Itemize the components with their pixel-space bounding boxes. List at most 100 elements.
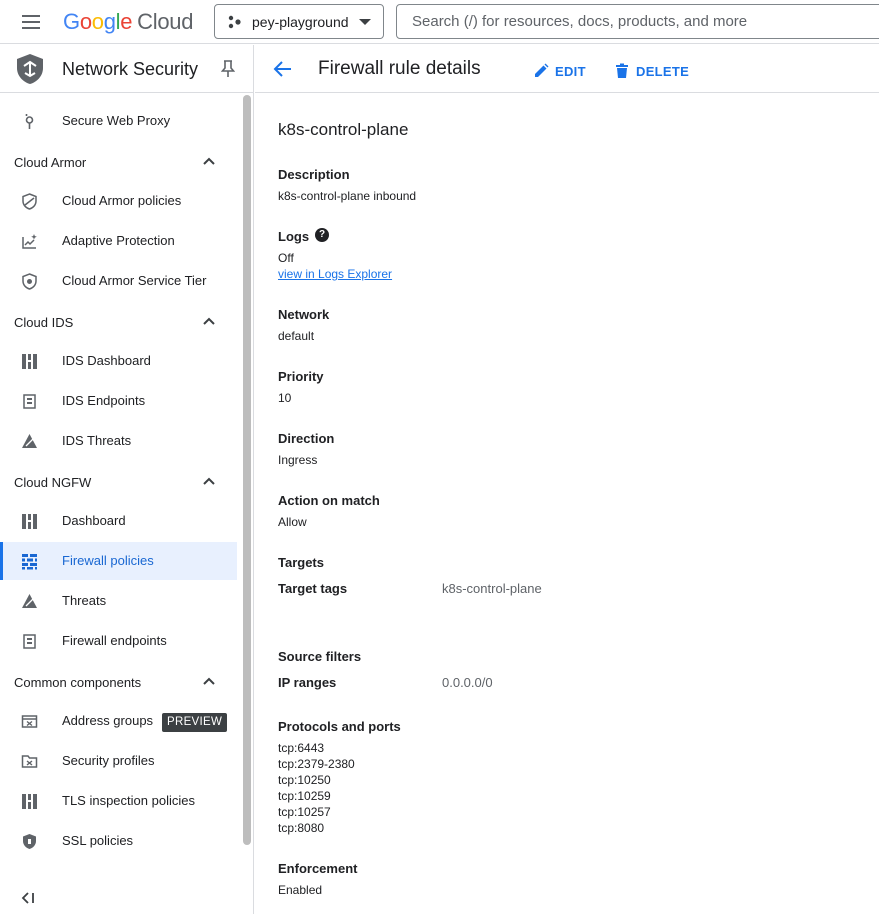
enforcement-value: Enabled [278, 883, 323, 897]
port-item: tcp:6443 [278, 741, 325, 755]
sidebar-item-security-profiles[interactable]: Security profiles [0, 742, 237, 780]
threats-icon [22, 594, 37, 608]
shield-icon [22, 273, 37, 290]
enforcement-label: Enforcement [278, 861, 358, 876]
sidebar-item-threats[interactable]: Threats [0, 582, 237, 620]
chevron-up-icon [203, 477, 215, 485]
dashboard-icon [22, 514, 37, 529]
direction-label: Direction [278, 431, 335, 446]
description-value: k8s-control-plane inbound [278, 189, 417, 203]
sidebar-item-label: Address groups [62, 713, 154, 728]
project-name: pey-playground [252, 13, 349, 30]
port-item: tcp:10250 [278, 773, 331, 787]
main-menu-icon[interactable] [20, 12, 42, 32]
rule-name: k8s-control-plane [278, 120, 409, 139]
preview-badge: PREVIEW [162, 713, 228, 732]
section-cloud-armor[interactable]: Cloud Armor [0, 146, 237, 178]
network-label: Network [278, 307, 330, 322]
sidebar-header: Network Security [0, 45, 254, 93]
sidebar-item-adaptive-protection[interactable]: Adaptive Protection [0, 222, 237, 260]
google-cloud-logo[interactable]: Google Cloud [63, 9, 193, 35]
port-item: tcp:8080 [278, 821, 325, 835]
sidebar-item-label: Security profiles [62, 753, 155, 768]
sidebar-item-tls-inspection-policies[interactable]: TLS inspection policies [0, 782, 237, 820]
edit-label: EDIT [555, 63, 586, 79]
sidebar: Network Security Secure Web Proxy Cloud … [0, 45, 254, 914]
logs-value: Off [278, 251, 294, 265]
section-common-components[interactable]: Common components [0, 666, 237, 698]
priority-label: Priority [278, 369, 324, 384]
ip-ranges-label: IP ranges [278, 675, 337, 690]
trash-icon [616, 63, 628, 78]
search-input[interactable] [396, 4, 879, 39]
sidebar-item-label: Secure Web Proxy [62, 113, 171, 128]
delete-button[interactable]: DELETE [614, 61, 689, 81]
chevron-up-icon [203, 317, 215, 325]
port-item: tcp:10259 [278, 789, 331, 803]
sidebar-item-label: IDS Threats [62, 433, 132, 448]
sidebar-item-secure-web-proxy[interactable]: Secure Web Proxy [0, 102, 237, 140]
delete-label: DELETE [636, 63, 690, 79]
port-item: tcp:10257 [278, 805, 331, 819]
sidebar-title: Network Security [62, 59, 199, 79]
project-selector[interactable]: pey-playground [214, 4, 384, 39]
ports-list: tcp:6443 tcp:2379-2380 tcp:10250 tcp:102… [278, 740, 355, 836]
sidebar-item-address-groups[interactable]: Address groups PREVIEW [0, 702, 237, 740]
sidebar-item-cloud-armor-policies[interactable]: Cloud Armor policies [0, 182, 237, 220]
section-cloud-ngfw[interactable]: Cloud NGFW [0, 466, 237, 498]
logs-label: Logs [278, 229, 310, 244]
chevron-down-icon [359, 19, 371, 25]
sidebar-scrollbar[interactable] [243, 95, 251, 845]
sidebar-item-label: SSL policies [62, 833, 134, 848]
sidebar-item-dashboard[interactable]: Dashboard [0, 502, 237, 540]
chevron-up-icon [203, 677, 215, 685]
sidebar-item-label: Cloud Armor policies [62, 193, 182, 208]
sidebar-item-label: IDS Dashboard [62, 353, 151, 368]
ip-ranges-value: 0.0.0.0/0 [442, 675, 493, 690]
dashboard-icon [22, 354, 37, 369]
endpoint-icon [23, 394, 36, 409]
logo-google-text: Google [63, 9, 133, 34]
ssl-shield-icon [23, 834, 36, 849]
logo-cloud-text: Cloud [137, 9, 194, 34]
protocols-ports-label: Protocols and ports [278, 719, 401, 734]
sidebar-item-label: Firewall policies [62, 553, 154, 568]
back-arrow-icon[interactable] [273, 59, 293, 79]
sidebar-item-ids-threats[interactable]: IDS Threats [0, 422, 237, 460]
source-filters-label: Source filters [278, 649, 362, 664]
action-on-match-label: Action on match [278, 493, 380, 508]
section-label: Common components [14, 675, 142, 690]
address-group-icon [21, 715, 38, 728]
edit-button[interactable]: EDIT [533, 61, 586, 81]
sidebar-item-ids-dashboard[interactable]: IDS Dashboard [0, 342, 237, 380]
page-title: Firewall rule details [318, 58, 481, 79]
sidebar-item-ids-endpoints[interactable]: IDS Endpoints [0, 382, 237, 420]
logs-explorer-link[interactable]: view in Logs Explorer [278, 267, 392, 281]
network-security-shield-icon [17, 54, 43, 84]
shield-slash-icon [22, 193, 37, 210]
sidebar-item-cloud-armor-service-tier[interactable]: Cloud Armor Service Tier [0, 262, 237, 300]
endpoint-icon [23, 634, 36, 649]
section-cloud-ids[interactable]: Cloud IDS [0, 306, 237, 338]
direction-value: Ingress [278, 453, 318, 467]
chevron-up-icon [203, 157, 215, 165]
sidebar-item-firewall-policies[interactable]: Firewall policies [0, 542, 237, 580]
threats-icon [22, 434, 37, 448]
collapse-sidebar-icon[interactable] [21, 891, 35, 905]
sidebar-item-ssl-policies[interactable]: SSL policies [0, 822, 237, 860]
chart-sparkle-icon [22, 234, 37, 249]
priority-value: 10 [278, 391, 292, 405]
top-bar: Google Cloud pey-playground [0, 0, 879, 44]
action-on-match-value: Allow [278, 515, 307, 529]
section-label: Cloud NGFW [14, 475, 92, 490]
sidebar-item-label: Adaptive Protection [62, 233, 175, 248]
proxy-icon [25, 114, 34, 129]
sidebar-item-label: Firewall endpoints [62, 633, 167, 648]
sidebar-item-label: Dashboard [62, 513, 126, 528]
page-header: Firewall rule details EDIT DELETE [255, 45, 879, 93]
sidebar-item-label: Cloud Armor Service Tier [62, 273, 207, 288]
pin-icon[interactable] [221, 60, 235, 78]
sidebar-item-firewall-endpoints[interactable]: Firewall endpoints [0, 622, 237, 660]
security-profile-icon [21, 755, 38, 768]
help-icon[interactable]: ? [315, 228, 329, 242]
